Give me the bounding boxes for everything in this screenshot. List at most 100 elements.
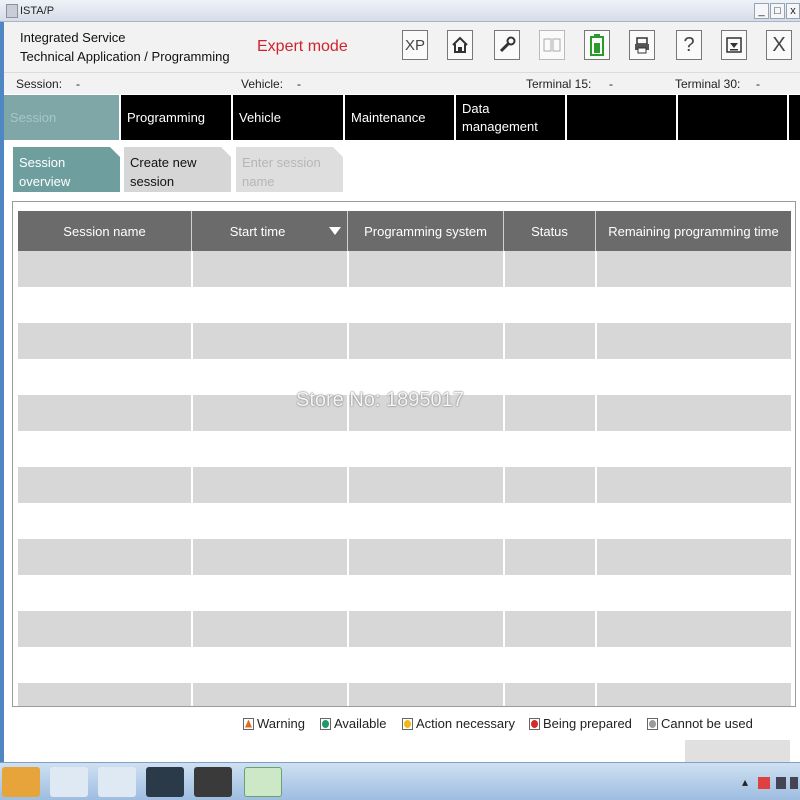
tray-flag-icon[interactable] bbox=[758, 777, 770, 789]
table-row[interactable] bbox=[18, 611, 791, 647]
column-divider bbox=[595, 431, 597, 467]
column-divider bbox=[503, 611, 505, 647]
column-divider bbox=[191, 683, 193, 706]
column-header-start-time[interactable]: Start time bbox=[192, 211, 348, 251]
column-divider bbox=[503, 395, 505, 431]
column-divider bbox=[191, 395, 193, 431]
tray-arrow-icon[interactable]: ▴ bbox=[742, 775, 748, 789]
xp-button[interactable]: XP bbox=[402, 30, 428, 60]
connection-button[interactable] bbox=[539, 30, 565, 60]
vehicle-value: - bbox=[297, 77, 301, 91]
window-menu-button[interactable] bbox=[721, 30, 747, 60]
main-navigation: Session Programming Vehicle Maintenance … bbox=[4, 95, 800, 140]
column-divider bbox=[595, 575, 597, 611]
table-row[interactable] bbox=[18, 431, 791, 467]
nav-tab-empty-2 bbox=[678, 95, 789, 140]
column-divider bbox=[347, 287, 349, 323]
legend-being-prepared: Being prepared bbox=[529, 716, 632, 731]
maximize-button[interactable]: □ bbox=[770, 3, 785, 19]
remote-session-icon[interactable] bbox=[244, 767, 282, 797]
table-row[interactable] bbox=[18, 683, 791, 706]
print-button[interactable] bbox=[629, 30, 655, 60]
subtab-enter-session-name-label: Enter session name bbox=[242, 155, 321, 189]
column-divider bbox=[595, 251, 597, 287]
service-button[interactable] bbox=[494, 30, 520, 60]
table-row[interactable] bbox=[18, 647, 791, 683]
table-row[interactable] bbox=[18, 251, 791, 287]
nav-tab-vehicle[interactable]: Vehicle bbox=[233, 95, 345, 140]
table-row[interactable] bbox=[18, 287, 791, 323]
home-button[interactable] bbox=[447, 30, 473, 60]
column-header-session-name[interactable]: Session name bbox=[18, 211, 192, 251]
column-divider bbox=[503, 503, 505, 539]
column-divider bbox=[595, 503, 597, 539]
table-body bbox=[18, 251, 791, 706]
column-divider bbox=[595, 611, 597, 647]
table-row[interactable] bbox=[18, 323, 791, 359]
app-header: Integrated Service Technical Application… bbox=[4, 22, 800, 72]
table-row[interactable] bbox=[18, 503, 791, 539]
column-divider bbox=[191, 503, 193, 539]
window-close-button[interactable]: x bbox=[786, 3, 800, 19]
nav-tab-data-management[interactable]: Data management bbox=[456, 95, 567, 140]
column-divider bbox=[595, 395, 597, 431]
battery-button[interactable] bbox=[584, 30, 610, 60]
nav-tab-maintenance[interactable]: Maintenance bbox=[345, 95, 456, 140]
column-divider bbox=[503, 359, 505, 395]
xp-label: XP bbox=[404, 36, 425, 54]
terminal30-value: - bbox=[756, 77, 760, 91]
cannot-be-used-icon bbox=[647, 717, 658, 730]
column-divider bbox=[347, 251, 349, 287]
available-icon bbox=[320, 717, 331, 730]
column-header-status[interactable]: Status bbox=[504, 211, 596, 251]
column-divider bbox=[503, 575, 505, 611]
column-divider bbox=[595, 287, 597, 323]
minimize-button[interactable]: _ bbox=[754, 3, 769, 19]
column-divider bbox=[191, 467, 193, 503]
os-taskbar: ▴ bbox=[0, 762, 800, 800]
connection-icon bbox=[543, 38, 561, 52]
help-button[interactable]: ? bbox=[676, 30, 702, 60]
session-label: Session: bbox=[16, 77, 63, 91]
column-divider bbox=[503, 647, 505, 683]
monitor-app-icon[interactable] bbox=[146, 767, 184, 797]
column-divider bbox=[595, 647, 597, 683]
explorer-folder-icon[interactable] bbox=[2, 767, 40, 797]
column-header-programming-system[interactable]: Programming system bbox=[348, 211, 504, 251]
terminal30-label: Terminal 30: bbox=[675, 77, 741, 91]
nav-tab-session[interactable]: Session bbox=[4, 95, 121, 140]
subtab-create-new-session-label: Create new session bbox=[130, 155, 197, 189]
legend-available: Available bbox=[320, 716, 387, 731]
paint-icon[interactable] bbox=[50, 767, 88, 797]
control-panel-icon[interactable] bbox=[98, 767, 136, 797]
column-divider bbox=[503, 323, 505, 359]
column-divider bbox=[191, 611, 193, 647]
being-prepared-icon bbox=[529, 717, 540, 730]
column-divider bbox=[191, 359, 193, 395]
window-title: ISTA/P bbox=[20, 5, 55, 17]
sessions-table-panel: Session name Start time Programming syst… bbox=[12, 201, 796, 707]
tray-volume-icon[interactable] bbox=[790, 777, 798, 789]
column-divider bbox=[595, 467, 597, 503]
nav-tab-programming[interactable]: Programming bbox=[121, 95, 233, 140]
column-divider bbox=[503, 251, 505, 287]
column-divider bbox=[347, 467, 349, 503]
exit-button[interactable]: X bbox=[766, 30, 792, 60]
ista-taskbar-icon[interactable] bbox=[194, 767, 232, 797]
sort-descending-icon bbox=[329, 227, 341, 235]
app-icon bbox=[6, 4, 18, 18]
nav-tab-data-management-label: Data management bbox=[462, 100, 538, 134]
table-row[interactable] bbox=[18, 539, 791, 575]
session-value: - bbox=[76, 77, 80, 91]
terminal15-label: Terminal 15: bbox=[526, 77, 592, 91]
table-row[interactable] bbox=[18, 467, 791, 503]
tray-network-icon[interactable] bbox=[776, 777, 786, 789]
column-divider bbox=[595, 323, 597, 359]
column-divider bbox=[347, 647, 349, 683]
wrench-icon bbox=[499, 36, 516, 53]
vehicle-label: Vehicle: bbox=[241, 77, 284, 91]
table-row[interactable] bbox=[18, 575, 791, 611]
subtab-create-new-session[interactable]: Create new session bbox=[124, 147, 231, 192]
column-header-remaining-time[interactable]: Remaining programming time bbox=[596, 211, 791, 251]
subtab-session-overview[interactable]: Session overview bbox=[13, 147, 120, 192]
